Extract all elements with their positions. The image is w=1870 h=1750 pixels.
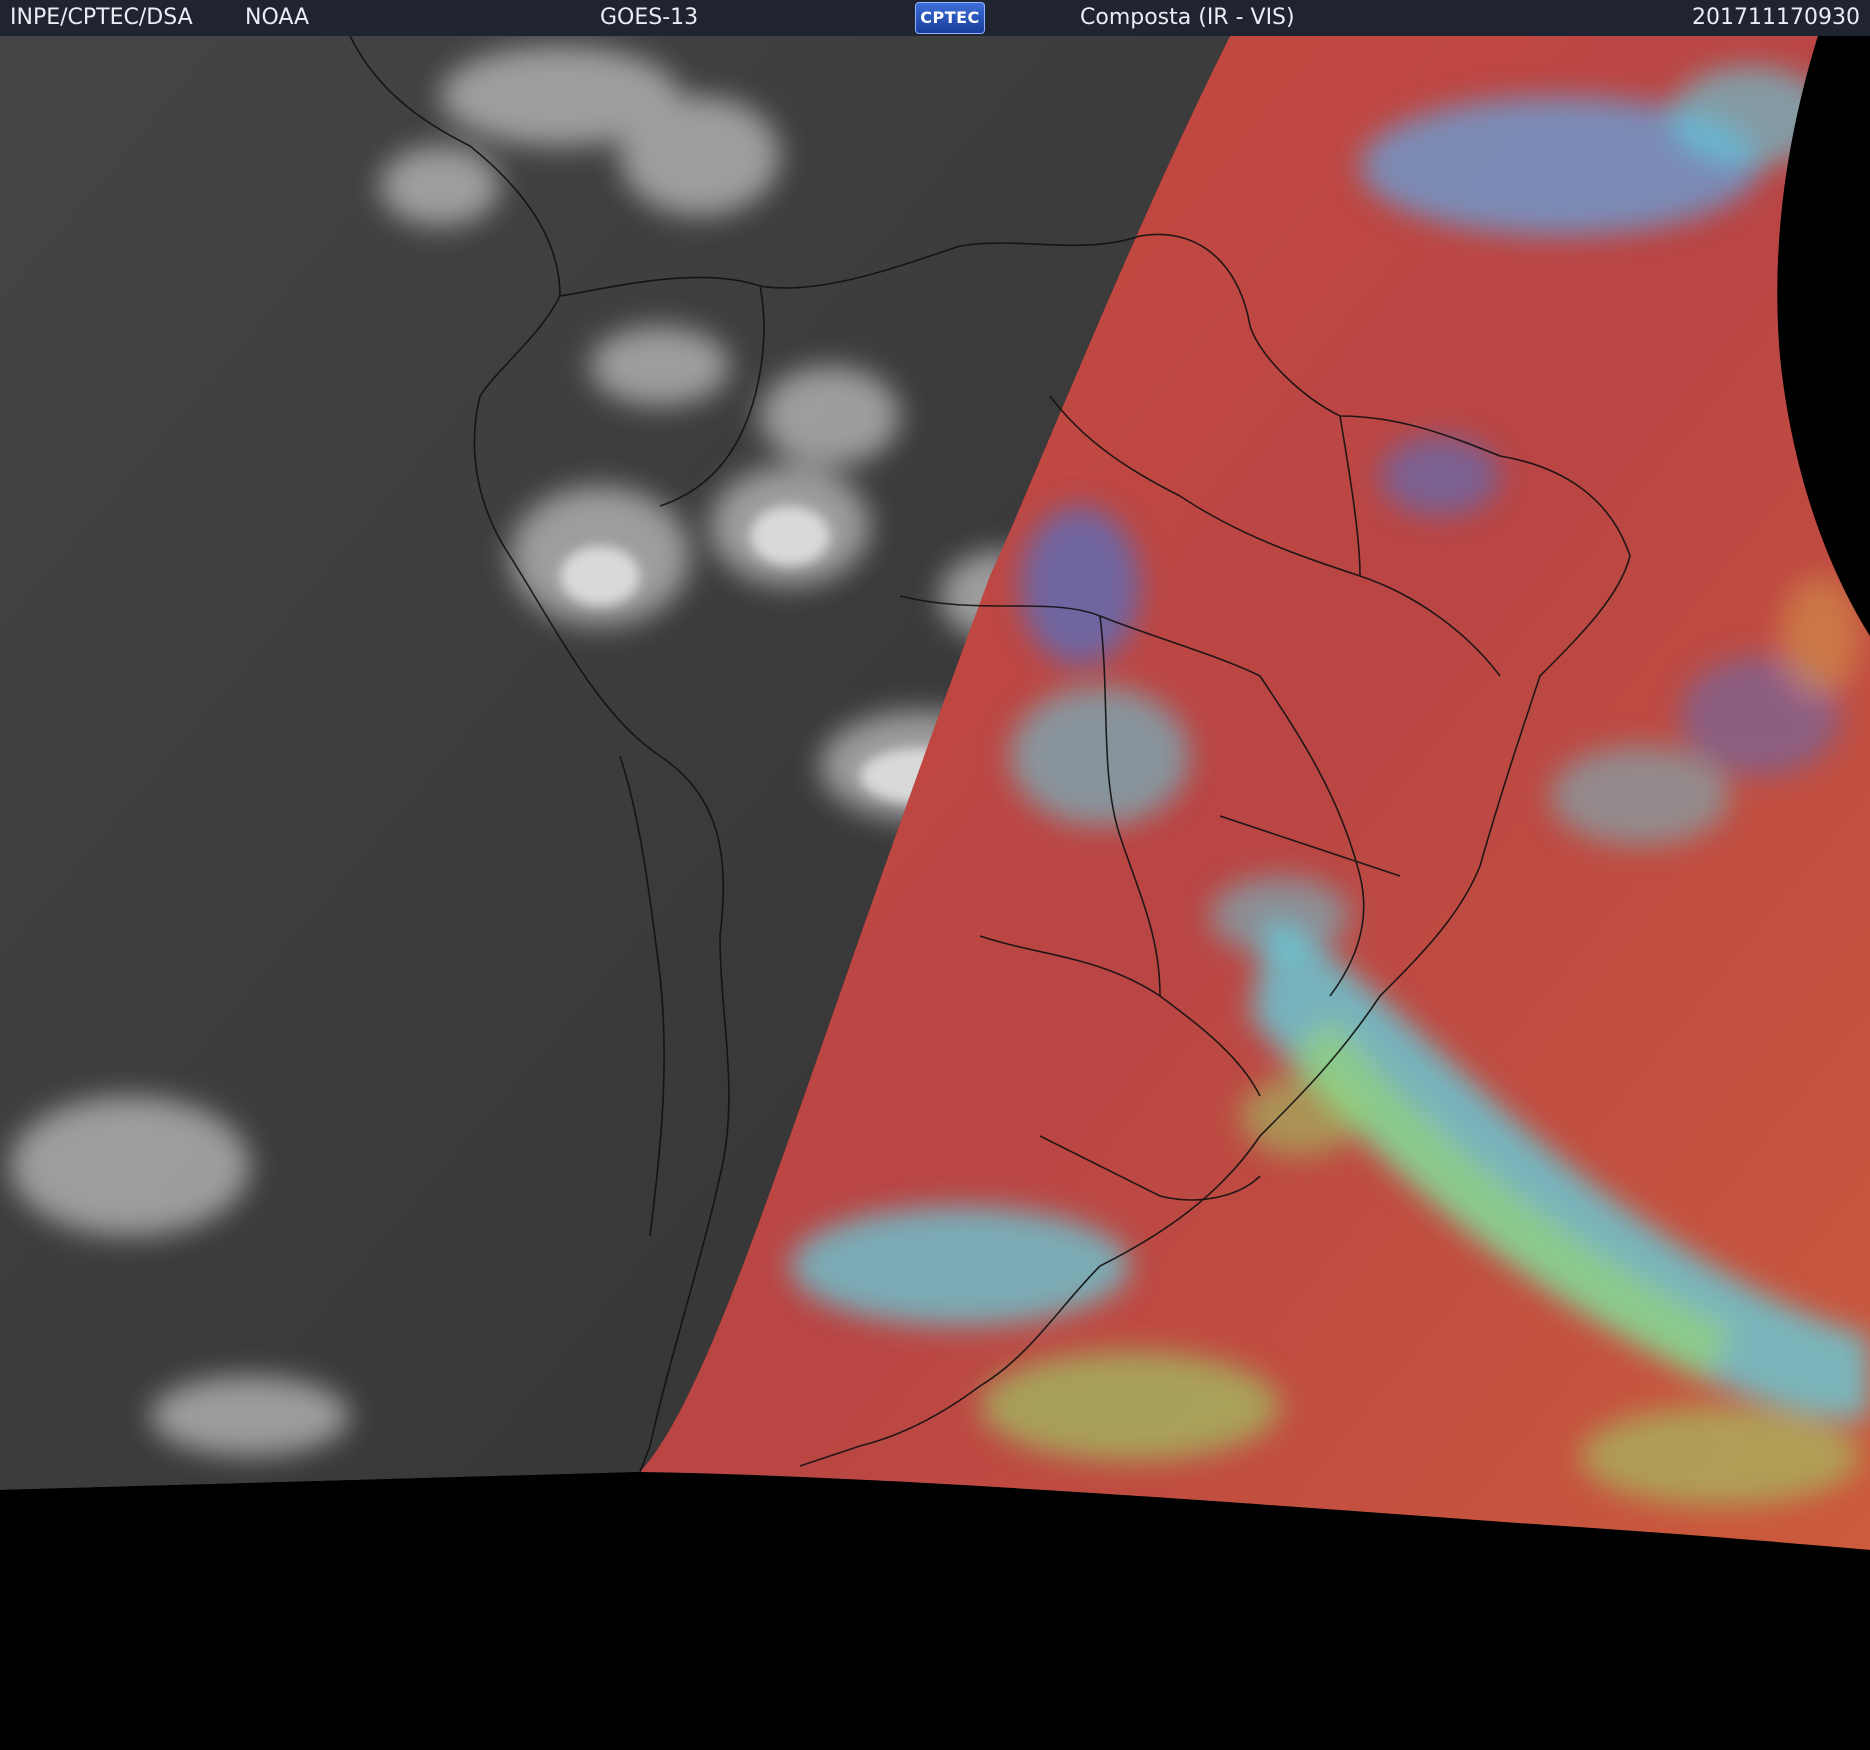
product-label: Composta (IR - VIS) [1080,5,1295,30]
agency-label: NOAA [245,5,310,30]
satellite-label: GOES-13 [600,5,699,30]
cptec-logo: CPTEC [915,2,985,34]
satellite-composite [0,36,1870,1750]
header-bar: INPE/CPTEC/DSA NOAA GOES-13 CPTEC Compos… [0,0,1870,36]
timestamp-label: 201711170930 [1692,5,1860,30]
organization-label: INPE/CPTEC/DSA [10,5,193,30]
satellite-image [0,36,1870,1750]
